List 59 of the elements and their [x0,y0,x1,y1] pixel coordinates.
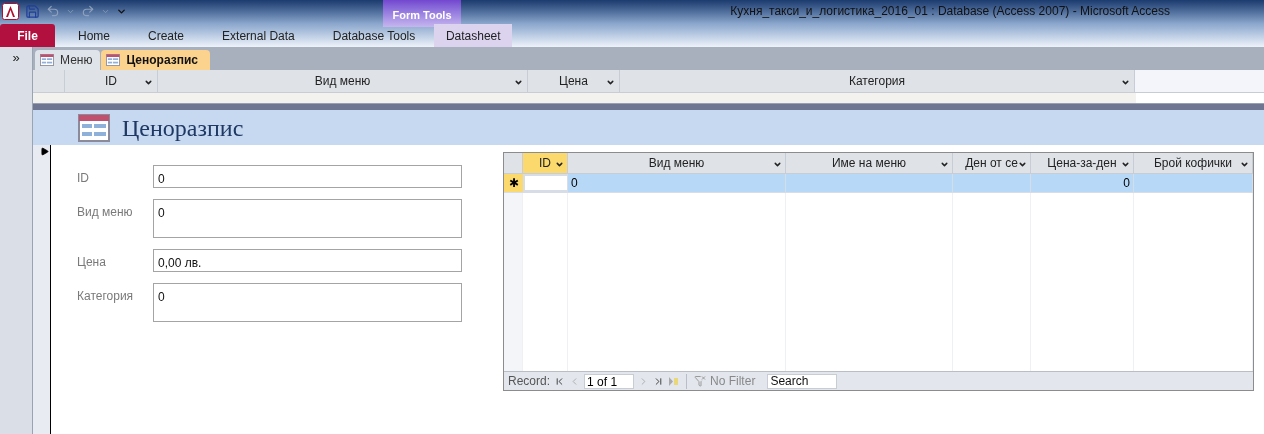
column-dropdown-icon[interactable] [940,160,949,169]
column-dropdown-icon[interactable] [606,78,615,87]
expand-pane-button[interactable]: » [4,47,28,69]
column-dropdown-icon[interactable] [555,160,564,169]
column-header[interactable]: Цена-за-ден [1031,153,1134,173]
column-dropdown-icon[interactable] [1018,160,1027,169]
column-header[interactable]: Вид меню [158,70,528,92]
text-field[interactable]: 0 [153,165,462,188]
form-icon [106,54,121,66]
record-selector[interactable] [33,145,51,434]
new-record-icon[interactable] [668,375,680,387]
column-dropdown-icon[interactable] [773,160,782,169]
form-title: Ценоразпис [122,113,244,143]
column-header[interactable]: Брой кофички [1134,153,1253,173]
redo-icon[interactable] [81,4,95,18]
field-label: Категория [77,288,135,305]
document-tab[interactable]: Меню [35,50,101,70]
ribbon-tab[interactable]: File [0,24,55,47]
column-header[interactable]: Категория [620,70,1135,92]
column-header[interactable]: ID [65,70,158,92]
form-icon [40,54,54,66]
splitter-bar[interactable] [33,103,1264,110]
field-label: Вид меню [77,204,134,221]
window-title: Кухня_такси_и_логистика_2016_01 : Database (Access 2007) - Microsoft Access [730,3,1170,20]
text-field[interactable]: 0,00 лв. [153,249,462,272]
search-field[interactable]: Search [767,373,838,389]
app-logo-icon [2,2,19,20]
column-header[interactable]: Вид меню [568,153,786,173]
table-cell[interactable] [523,174,568,192]
column-dropdown-icon[interactable] [144,78,153,87]
column-dropdown-icon[interactable] [514,78,523,87]
record-position-field[interactable]: 1 of 1 [584,373,635,389]
column-dropdown-icon[interactable] [1121,78,1130,87]
new-record-marker: ✱ [504,174,523,192]
save-icon[interactable] [25,3,40,19]
column-dropdown-icon[interactable] [1240,160,1249,169]
column-header[interactable]: Име на меню [786,153,953,173]
field-label: ID [77,170,90,187]
table-cell[interactable]: 0 [568,174,786,192]
ribbon-tab[interactable]: Create [129,24,204,47]
current-record-icon [40,147,49,156]
column-dropdown-icon[interactable] [1121,160,1130,169]
contextual-tab-header: Form Tools [391,8,453,23]
ribbon-tab[interactable]: Datasheet [434,24,513,47]
column-header[interactable]: Цена [528,70,620,92]
document-tab[interactable]: Ценоразпис [101,50,210,70]
undo-icon[interactable] [46,4,60,18]
field-label: Цена [77,254,107,271]
record-label: Record: [508,373,551,390]
ribbon-tab[interactable]: Home [59,24,129,47]
text-field[interactable]: 0 [153,199,462,238]
column-header[interactable]: Ден от се [953,153,1031,173]
column-header[interactable]: ID [523,153,568,173]
ribbon-tab[interactable]: Database Tools [313,24,435,47]
text-field[interactable]: 0 [153,283,462,322]
ribbon-tab[interactable]: External Data [203,24,314,47]
no-filter-icon[interactable] [694,375,707,387]
table-cell[interactable]: 0 [1031,174,1134,192]
form-icon [78,113,110,142]
